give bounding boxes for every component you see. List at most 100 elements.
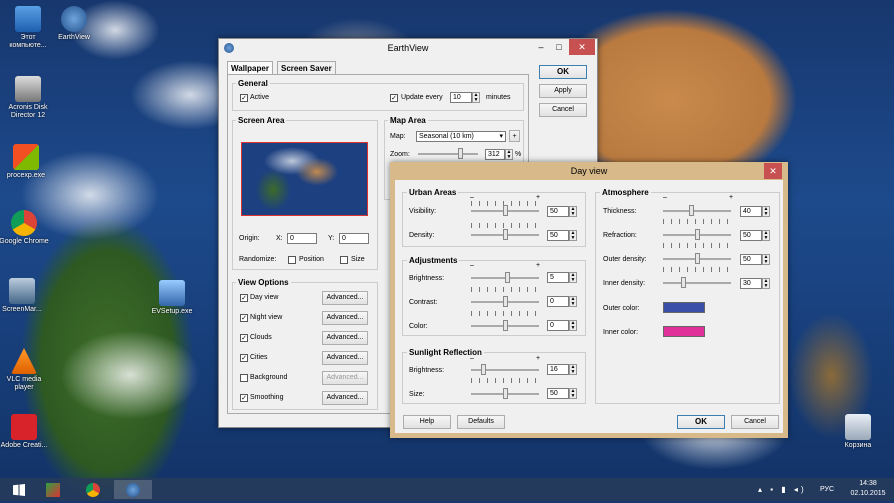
update-every-checkbox[interactable]: ✓ [390,94,398,102]
screen-area-preview[interactable] [241,142,368,216]
origin-y-input[interactable]: 0 [339,233,369,244]
refraction-slider[interactable] [663,229,731,241]
visibility-slider-thumb[interactable] [503,205,508,216]
day-view-checkbox[interactable]: ✓ [240,294,248,302]
thickness-spinner[interactable]: ▲ ▼ [762,206,770,217]
help-button[interactable]: Help [403,415,451,429]
color-slider-thumb[interactable] [503,320,508,331]
dialog-cancel-button[interactable]: Cancel [731,415,779,429]
sunlight-brightness-spinner[interactable]: ▲ ▼ [569,364,577,375]
inner-density-spinner[interactable]: ▲ ▼ [762,278,770,289]
contrast-input[interactable]: 0 [547,296,569,307]
tab-wallpaper[interactable]: Wallpaper [227,61,273,74]
desktop-icon-procexp[interactable]: procexp.exe [0,144,52,180]
sunlight-size-slider[interactable] [471,388,539,400]
desktop-icon-evsetup[interactable]: EVSetup.exe [146,280,198,316]
night-view-checkbox[interactable]: ✓ [240,314,248,322]
tab-screen-saver[interactable]: Screen Saver [277,61,336,74]
sunlight-brightness-slider[interactable] [471,364,539,376]
update-interval-spinner[interactable]: ▲ ▼ [472,92,480,103]
desktop-icon-earthview[interactable]: EarthView [48,6,100,42]
defaults-button[interactable]: Defaults [457,415,505,429]
start-button[interactable] [2,480,36,499]
desktop-icon-chrome[interactable]: Google Chrome [0,210,50,246]
sunlight-size-spinner[interactable]: ▲ ▼ [569,388,577,399]
urban-density-slider-thumb[interactable] [503,229,508,240]
background-advanced-button[interactable]: Advanced... [322,371,368,385]
brightness-input[interactable]: 5 [547,272,569,283]
dialog-ok-button[interactable]: OK [677,415,725,429]
contrast-slider-thumb[interactable] [503,296,508,307]
cities-advanced-button[interactable]: Advanced... [322,351,368,365]
zoom-spinner[interactable]: ▲ ▼ [505,149,513,160]
close-button[interactable]: ✕ [569,39,595,55]
desktop-icon-recycle-bin[interactable]: Корзина [832,414,884,450]
desktop-icon-computer[interactable]: Этот компьюте... [2,6,54,50]
cities-checkbox[interactable]: ✓ [240,354,248,362]
urban-density-spinner[interactable]: ▲ ▼ [569,230,577,241]
cancel-button[interactable]: Cancel [539,103,587,117]
urban-density-input[interactable]: 50 [547,230,569,241]
thickness-slider[interactable] [663,205,731,217]
sunlight-size-input[interactable]: 50 [547,388,569,399]
inner-density-slider-thumb[interactable] [681,277,686,288]
outer-density-spinner[interactable]: ▲ ▼ [762,254,770,265]
outer-color-swatch[interactable] [663,302,705,313]
zoom-slider-thumb[interactable] [458,148,463,159]
outer-density-input[interactable]: 50 [740,254,762,265]
language-indicator[interactable]: РУС [820,486,834,493]
inner-density-input[interactable]: 30 [740,278,762,289]
outer-density-slider-thumb[interactable] [695,253,700,264]
zoom-slider[interactable] [418,148,478,160]
apply-button[interactable]: Apply [539,84,587,98]
inner-density-slider[interactable] [663,277,731,289]
clock-date[interactable]: 02.10.2015 [846,490,890,497]
color-input[interactable]: 0 [547,320,569,331]
contrast-spinner[interactable]: ▲ ▼ [569,296,577,307]
desktop-icon-vlc[interactable]: VLC media player [0,348,50,392]
active-checkbox[interactable]: ✓ [240,94,248,102]
day-view-advanced-button[interactable]: Advanced... [322,291,368,305]
desktop-icon-screenmarker[interactable]: ScreenMar... [0,278,48,314]
dialog-close-button[interactable]: ✕ [764,163,782,179]
clouds-advanced-button[interactable]: Advanced... [322,331,368,345]
origin-x-input[interactable]: 0 [287,233,317,244]
clouds-checkbox[interactable]: ✓ [240,334,248,342]
sunlight-brightness-input[interactable]: 16 [547,364,569,375]
refraction-spinner[interactable]: ▲ ▼ [762,230,770,241]
dayview-titlebar[interactable]: Day view ✕ [390,162,788,180]
visibility-input[interactable]: 50 [547,206,569,217]
refraction-slider-thumb[interactable] [695,229,700,240]
randomize-size-checkbox[interactable] [340,256,348,264]
thickness-slider-thumb[interactable] [689,205,694,216]
urban-density-slider[interactable] [471,229,539,241]
night-view-advanced-button[interactable]: Advanced... [322,311,368,325]
maximize-button[interactable]: □ [551,39,567,55]
smoothing-checkbox[interactable]: ✓ [240,394,248,402]
refraction-input[interactable]: 50 [740,230,762,241]
taskbar-chrome[interactable] [78,480,108,499]
ok-button[interactable]: OK [539,65,587,79]
inner-color-swatch[interactable] [663,326,705,337]
color-spinner[interactable]: ▲ ▼ [569,320,577,331]
sunlight-brightness-slider-thumb[interactable] [481,364,486,375]
brightness-slider-thumb[interactable] [505,272,510,283]
contrast-slider[interactable] [471,296,539,308]
minimize-button[interactable]: – [533,39,549,55]
tray-icons[interactable]: ▴ ▪ ▮ ◂) [758,485,807,494]
sunlight-size-slider-thumb[interactable] [503,388,508,399]
visibility-spinner[interactable]: ▲ ▼ [569,206,577,217]
desktop-icon-acronis[interactable]: Acronis Disk Director 12 [2,76,54,120]
update-interval-input[interactable]: 10 [450,92,472,103]
smoothing-advanced-button[interactable]: Advanced... [322,391,368,405]
visibility-slider[interactable] [471,205,539,217]
randomize-position-checkbox[interactable] [288,256,296,264]
background-checkbox[interactable] [240,374,248,382]
brightness-spinner[interactable]: ▲ ▼ [569,272,577,283]
zoom-input[interactable]: 312 [485,149,505,160]
taskbar-earthview[interactable] [114,480,152,499]
earthview-titlebar[interactable]: EarthView – □ ✕ [219,39,597,57]
color-slider[interactable] [471,320,539,332]
add-map-button[interactable]: + [509,130,520,142]
brightness-slider[interactable] [471,272,539,284]
